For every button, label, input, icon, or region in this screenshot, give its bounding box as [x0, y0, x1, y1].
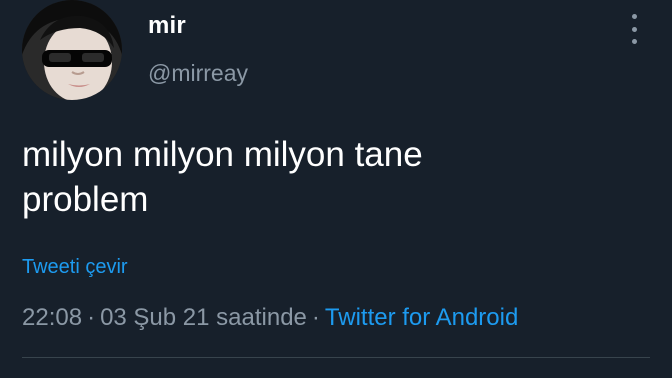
tweet-text-line: problem [22, 180, 149, 219]
more-vertical-icon[interactable] [624, 14, 644, 44]
tweet-text-line: milyon milyon milyon tane [22, 135, 423, 174]
meta-separator: · [87, 304, 96, 331]
tweet-time: 22:08 [22, 304, 83, 331]
user-handle[interactable]: @mirreay [148, 60, 248, 87]
tweet-source-link[interactable]: Twitter for Android [325, 304, 518, 331]
meta-separator: · [311, 304, 320, 331]
more-dot [631, 39, 637, 44]
avatar[interactable] [22, 0, 122, 100]
tweet-card: mir @mirreay milyon milyon milyon tane p… [0, 0, 672, 378]
divider [22, 357, 650, 358]
tweet-text: milyon milyon milyon tane problem [22, 132, 582, 222]
display-name[interactable]: mir [148, 12, 186, 40]
more-dot [631, 26, 637, 32]
translate-tweet-link[interactable]: Tweeti çevir [22, 256, 128, 279]
avatar-photo [22, 0, 122, 100]
tweet-meta: 22:08 · 03 Şub 21 saatinde · Twitter for And… [22, 304, 518, 332]
more-dot [631, 14, 637, 19]
tweet-date: 03 Şub 21 saatinde [100, 304, 307, 331]
